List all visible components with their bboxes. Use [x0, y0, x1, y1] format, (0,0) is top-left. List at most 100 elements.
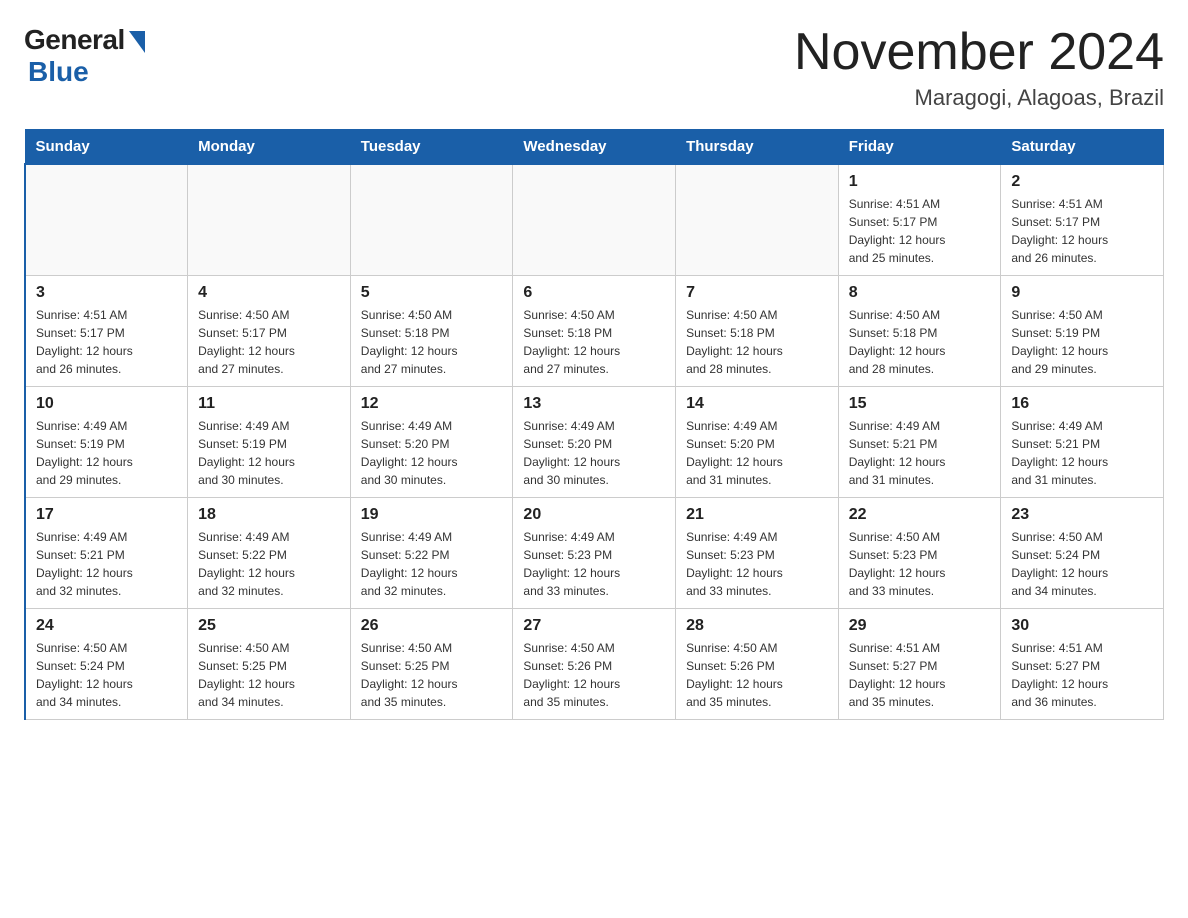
calendar-cell	[513, 164, 676, 276]
header-tuesday: Tuesday	[350, 130, 513, 165]
calendar-cell: 13 Sunrise: 4:49 AMSunset: 5:20 PMDayligh…	[513, 387, 676, 498]
calendar-cell: 26 Sunrise: 4:50 AMSunset: 5:25 PMDayligh…	[350, 609, 513, 720]
calendar-cell: 21Sunrise: 4:49 AMSunset: 5:23 PMDayligh…	[676, 498, 839, 609]
calendar-cell: 23 Sunrise: 4:50 AMSunset: 5:24 PMDayligh…	[1001, 498, 1164, 609]
calendar-header-row: SundayMondayTuesdayWednesdayThursdayFrid…	[25, 130, 1164, 165]
day-number: 30	[1011, 617, 1153, 635]
day-number: 21	[686, 506, 828, 524]
calendar-cell: 20Sunrise: 4:49 AMSunset: 5:23 PMDayligh…	[513, 498, 676, 609]
day-number: 29	[849, 617, 991, 635]
logo-general-text: General	[24, 24, 125, 56]
calendar-cell: 17 Sunrise: 4:49 AMSunset: 5:21 PMDayligh…	[25, 498, 188, 609]
calendar-cell: 19 Sunrise: 4:49 AMSunset: 5:22 PMDayligh…	[350, 498, 513, 609]
day-info: Sunrise: 4:49 AMSunset: 5:19 PMDaylight:…	[198, 417, 340, 489]
calendar-week-row: 17 Sunrise: 4:49 AMSunset: 5:21 PMDayligh…	[25, 498, 1164, 609]
header-wednesday: Wednesday	[513, 130, 676, 165]
calendar-cell	[188, 164, 351, 276]
header-saturday: Saturday	[1001, 130, 1164, 165]
day-info: Sunrise: 4:50 AMSunset: 5:19 PMDaylight:…	[1011, 306, 1153, 378]
calendar-cell: 30 Sunrise: 4:51 AMSunset: 5:27 PMDayligh…	[1001, 609, 1164, 720]
calendar-cell: 10 Sunrise: 4:49 AMSunset: 5:19 PMDayligh…	[25, 387, 188, 498]
calendar-cell: 2 Sunrise: 4:51 AMSunset: 5:17 PMDaylight…	[1001, 164, 1164, 276]
day-number: 9	[1011, 284, 1153, 302]
day-info: Sunrise: 4:49 AMSunset: 5:21 PMDaylight:…	[36, 528, 177, 600]
calendar-cell: 7 Sunrise: 4:50 AMSunset: 5:18 PMDaylight…	[676, 276, 839, 387]
day-number: 4	[198, 284, 340, 302]
day-info: Sunrise: 4:50 AMSunset: 5:24 PMDaylight:…	[36, 639, 177, 711]
page-header: General Blue November 2024 Maragogi, Ala…	[24, 24, 1164, 111]
day-info: Sunrise: 4:50 AMSunset: 5:23 PMDaylight:…	[849, 528, 991, 600]
calendar-cell: 16 Sunrise: 4:49 AMSunset: 5:21 PMDayligh…	[1001, 387, 1164, 498]
header-friday: Friday	[838, 130, 1001, 165]
day-number: 2	[1011, 173, 1153, 191]
day-number: 13	[523, 395, 665, 413]
location-title: Maragogi, Alagoas, Brazil	[794, 85, 1164, 111]
day-info: Sunrise: 4:49 AMSunset: 5:22 PMDaylight:…	[361, 528, 503, 600]
day-number: 18	[198, 506, 340, 524]
day-number: 8	[849, 284, 991, 302]
day-info: Sunrise: 4:51 AMSunset: 5:27 PMDaylight:…	[1011, 639, 1153, 711]
day-info: Sunrise: 4:49 AMSunset: 5:20 PMDaylight:…	[523, 417, 665, 489]
calendar-cell: 15Sunrise: 4:49 AMSunset: 5:21 PMDayligh…	[838, 387, 1001, 498]
calendar-cell: 6Sunrise: 4:50 AMSunset: 5:18 PMDaylight…	[513, 276, 676, 387]
calendar-cell	[350, 164, 513, 276]
day-info: Sunrise: 4:49 AMSunset: 5:21 PMDaylight:…	[1011, 417, 1153, 489]
day-number: 11	[198, 395, 340, 413]
day-number: 14	[686, 395, 828, 413]
day-number: 27	[523, 617, 665, 635]
title-section: November 2024 Maragogi, Alagoas, Brazil	[794, 24, 1164, 111]
day-number: 17	[36, 506, 177, 524]
day-number: 28	[686, 617, 828, 635]
header-monday: Monday	[188, 130, 351, 165]
day-info: Sunrise: 4:50 AMSunset: 5:18 PMDaylight:…	[686, 306, 828, 378]
calendar-cell	[676, 164, 839, 276]
calendar-cell: 3 Sunrise: 4:51 AMSunset: 5:17 PMDaylight…	[25, 276, 188, 387]
day-number: 24	[36, 617, 177, 635]
calendar-cell: 11 Sunrise: 4:49 AMSunset: 5:19 PMDayligh…	[188, 387, 351, 498]
calendar-table: SundayMondayTuesdayWednesdayThursdayFrid…	[24, 129, 1164, 720]
calendar-cell: 1Sunrise: 4:51 AMSunset: 5:17 PMDaylight…	[838, 164, 1001, 276]
calendar-cell	[25, 164, 188, 276]
day-info: Sunrise: 4:49 AMSunset: 5:23 PMDaylight:…	[523, 528, 665, 600]
day-info: Sunrise: 4:50 AMSunset: 5:25 PMDaylight:…	[361, 639, 503, 711]
day-number: 19	[361, 506, 503, 524]
day-info: Sunrise: 4:50 AMSunset: 5:18 PMDaylight:…	[361, 306, 503, 378]
day-info: Sunrise: 4:50 AMSunset: 5:26 PMDaylight:…	[523, 639, 665, 711]
day-info: Sunrise: 4:50 AMSunset: 5:17 PMDaylight:…	[198, 306, 340, 378]
day-info: Sunrise: 4:50 AMSunset: 5:24 PMDaylight:…	[1011, 528, 1153, 600]
day-number: 10	[36, 395, 177, 413]
day-info: Sunrise: 4:49 AMSunset: 5:20 PMDaylight:…	[361, 417, 503, 489]
day-info: Sunrise: 4:50 AMSunset: 5:25 PMDaylight:…	[198, 639, 340, 711]
day-number: 26	[361, 617, 503, 635]
day-info: Sunrise: 4:50 AMSunset: 5:18 PMDaylight:…	[523, 306, 665, 378]
day-info: Sunrise: 4:50 AMSunset: 5:26 PMDaylight:…	[686, 639, 828, 711]
month-title: November 2024	[794, 24, 1164, 81]
calendar-cell: 22 Sunrise: 4:50 AMSunset: 5:23 PMDayligh…	[838, 498, 1001, 609]
logo-arrow-icon	[129, 31, 145, 53]
calendar-cell: 18Sunrise: 4:49 AMSunset: 5:22 PMDayligh…	[188, 498, 351, 609]
calendar-cell: 29 Sunrise: 4:51 AMSunset: 5:27 PMDayligh…	[838, 609, 1001, 720]
day-number: 23	[1011, 506, 1153, 524]
day-info: Sunrise: 4:51 AMSunset: 5:17 PMDaylight:…	[36, 306, 177, 378]
calendar-cell: 24 Sunrise: 4:50 AMSunset: 5:24 PMDayligh…	[25, 609, 188, 720]
logo-blue-text: Blue	[28, 56, 89, 88]
calendar-week-row: 10 Sunrise: 4:49 AMSunset: 5:19 PMDayligh…	[25, 387, 1164, 498]
header-sunday: Sunday	[25, 130, 188, 165]
calendar-cell: 14Sunrise: 4:49 AMSunset: 5:20 PMDayligh…	[676, 387, 839, 498]
header-thursday: Thursday	[676, 130, 839, 165]
calendar-cell: 12 Sunrise: 4:49 AMSunset: 5:20 PMDayligh…	[350, 387, 513, 498]
day-number: 12	[361, 395, 503, 413]
day-number: 7	[686, 284, 828, 302]
day-number: 16	[1011, 395, 1153, 413]
day-info: Sunrise: 4:51 AMSunset: 5:27 PMDaylight:…	[849, 639, 991, 711]
day-number: 3	[36, 284, 177, 302]
calendar-cell: 27 Sunrise: 4:50 AMSunset: 5:26 PMDayligh…	[513, 609, 676, 720]
calendar-cell: 25 Sunrise: 4:50 AMSunset: 5:25 PMDayligh…	[188, 609, 351, 720]
calendar-cell: 4 Sunrise: 4:50 AMSunset: 5:17 PMDaylight…	[188, 276, 351, 387]
day-info: Sunrise: 4:51 AMSunset: 5:17 PMDaylight:…	[1011, 195, 1153, 267]
calendar-week-row: 3 Sunrise: 4:51 AMSunset: 5:17 PMDaylight…	[25, 276, 1164, 387]
calendar-week-row: 1Sunrise: 4:51 AMSunset: 5:17 PMDaylight…	[25, 164, 1164, 276]
day-number: 25	[198, 617, 340, 635]
day-number: 22	[849, 506, 991, 524]
day-info: Sunrise: 4:49 AMSunset: 5:19 PMDaylight:…	[36, 417, 177, 489]
